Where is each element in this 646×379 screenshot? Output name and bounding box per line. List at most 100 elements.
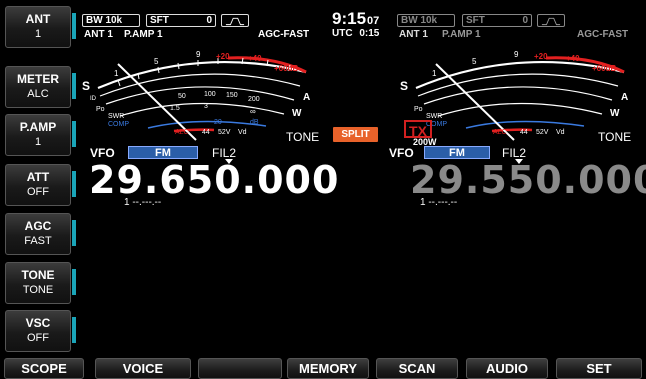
sub-vd-label: Vd (556, 129, 565, 136)
sft-left-value: 0 (206, 15, 212, 26)
agc-key[interactable]: AGC FAST (5, 213, 71, 255)
po-tick-150: 150 (226, 92, 238, 99)
swr-tick-inf: ∞ (250, 107, 256, 116)
sft-right-value: 0 (522, 15, 528, 26)
pamp-right-label: P.AMP 1 (442, 29, 481, 40)
ant-key-title: ANT (25, 12, 51, 26)
s-tick-plus40: +40 (248, 54, 262, 63)
utc-time: 0:15 (359, 28, 380, 39)
tone-key-indicator (72, 269, 76, 295)
vsc-key-title: VSC (25, 316, 51, 330)
sft-right-badge[interactable]: SFT 0 (462, 14, 532, 27)
pamp-key-title: P.AMP (19, 120, 57, 134)
sub-swr-label: SWR (426, 113, 442, 120)
ant-key-indicator (72, 13, 76, 39)
split-indicator: SPLIT (333, 127, 378, 142)
po-label: Po (96, 106, 105, 113)
audio-button[interactable]: AUDIO (466, 358, 548, 379)
vsc-key-indicator (72, 317, 76, 343)
pamp-key-indicator (72, 121, 76, 147)
sub-s-label: S (400, 79, 408, 93)
sub-w-label: W (610, 108, 620, 119)
vsc-key[interactable]: VSC OFF (5, 310, 71, 352)
swr-tick-1-5: 1.5 (170, 105, 180, 112)
sft-left-badge[interactable]: SFT 0 (146, 14, 216, 27)
clock-seconds: 07 (367, 15, 380, 27)
meter-key[interactable]: METER ALC (5, 66, 71, 108)
bw-left-value: BW 10k (86, 15, 123, 26)
memory-button[interactable]: MEMORY (287, 358, 369, 379)
main-frequency[interactable]: 29.650.000 (89, 160, 339, 200)
clock-time: 9:15 (332, 9, 367, 28)
blank-button[interactable] (198, 358, 282, 379)
tx-indicator: TX (404, 120, 432, 139)
sub-po-label: Po (414, 106, 423, 113)
sub-s-tick-5: 5 (472, 57, 477, 66)
main-multi-meter: S 1 5 9 +20 +40 +60dB A W ID Po 50 100 1… (82, 50, 310, 141)
sub-vd-tick-44: 44 (520, 129, 528, 136)
s-tick-9: 9 (196, 50, 201, 59)
meter-key-indicator (72, 73, 76, 99)
tone-key-title: TONE (21, 268, 55, 282)
s-tick-5: 5 (154, 57, 159, 66)
po-tick-50: 50 (178, 93, 186, 100)
pamp-key[interactable]: P.AMP 1 (5, 114, 71, 156)
po-tick-100: 100 (204, 91, 216, 98)
alc-label: ALC (175, 129, 189, 136)
tone-key[interactable]: TONE TONE (5, 262, 71, 304)
filter-shape-left-icon (221, 14, 249, 27)
memory-channel-left: 1 --.---.-- (124, 197, 162, 208)
sub-multi-meter: S 1 5 9 +20 +40 +60dB A W Po SWR COMP AL… (400, 50, 628, 141)
sub-alc-label: ALC (493, 129, 507, 136)
s-tick-plus20: +20 (216, 52, 230, 61)
pamp-key-value: 1 (34, 136, 42, 148)
utc-clock: UTC 0:15 (332, 28, 379, 39)
meter-key-value: ALC (27, 88, 49, 100)
vd-tick-44: 44 (202, 129, 210, 136)
sub-a-label: A (621, 92, 628, 103)
ant-left-label: ANT 1 (84, 29, 113, 40)
pamp-left-label: P.AMP 1 (124, 29, 163, 40)
set-button[interactable]: SET (556, 358, 642, 379)
s-tick-1: 1 (114, 69, 119, 78)
sub-vd-tick-52: 52V (536, 129, 549, 136)
filter-shape-right-icon (537, 14, 565, 27)
ant-key[interactable]: ANT 1 (5, 6, 71, 48)
utc-label: UTC (332, 28, 353, 39)
att-key[interactable]: ATT OFF (5, 164, 71, 206)
id-label: ID (90, 96, 97, 102)
bw-right-badge[interactable]: BW 10k (397, 14, 455, 27)
comp-tick-db: dB (250, 119, 259, 126)
agc-key-value: FAST (24, 235, 52, 247)
bw-left-badge[interactable]: BW 10k (82, 14, 140, 27)
sub-s-tick-plus20: +20 (534, 52, 548, 61)
sft-left-label: SFT (150, 15, 169, 26)
vd-label: Vd (238, 129, 247, 136)
sub-frequency[interactable]: 29.550.000 (410, 160, 646, 200)
s-label: S (82, 79, 90, 93)
scan-button[interactable]: SCAN (376, 358, 458, 379)
voice-button[interactable]: VOICE (95, 358, 191, 379)
po-tick-200: 200 (248, 96, 260, 103)
sub-s-tick-plus40: +40 (566, 54, 580, 63)
att-key-title: ATT (26, 170, 50, 184)
radio-display: ANT 1 METER ALC P.AMP 1 ATT OFF AGC FAST… (0, 0, 646, 379)
tone-key-value: TONE (22, 284, 54, 296)
tone-indicator-left: TONE (286, 130, 320, 144)
agc-right-label: AGC-FAST (577, 29, 629, 40)
meter-key-title: METER (17, 72, 59, 86)
ant-right-label: ANT 1 (399, 29, 428, 40)
memory-channel-right: 1 --.---.-- (420, 197, 458, 208)
scope-button[interactable]: SCOPE (4, 358, 84, 379)
att-key-value: OFF (27, 186, 49, 198)
comp-tick-20: 20 (214, 119, 222, 126)
w-label: W (292, 108, 302, 119)
bw-right-value: BW 10k (401, 15, 438, 26)
swr-tick-3: 3 (204, 103, 208, 110)
s-tick-plus60: +60dB (274, 64, 298, 73)
vd-tick-52: 52V (218, 129, 231, 136)
sub-s-tick-1: 1 (432, 69, 437, 78)
sub-s-tick-plus60: +60dB (592, 64, 616, 73)
ant-key-value: 1 (34, 28, 42, 40)
att-key-indicator (72, 171, 76, 197)
